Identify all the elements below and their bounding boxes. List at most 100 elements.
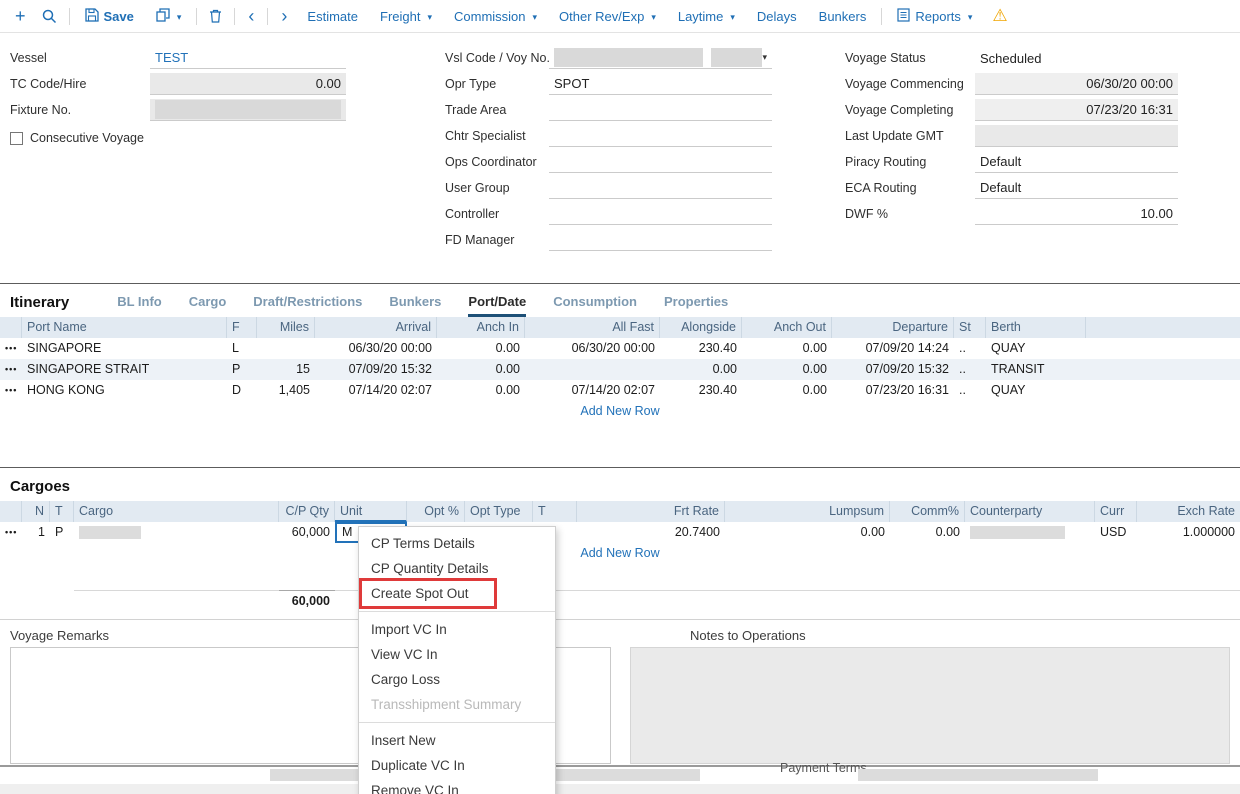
trade-area-field[interactable] bbox=[549, 99, 772, 121]
voyage-status-field[interactable]: Scheduled bbox=[975, 47, 1178, 69]
opr-type-field[interactable]: SPOT bbox=[549, 73, 772, 95]
menu-item-import-vc-in[interactable]: Import VC In bbox=[359, 617, 555, 642]
cell-st[interactable]: .. bbox=[954, 338, 986, 359]
cell-st[interactable]: .. bbox=[954, 359, 986, 380]
cell-arrival[interactable]: 06/30/20 00:00 bbox=[315, 338, 437, 359]
commission-menu-button[interactable]: Commission▾ bbox=[444, 5, 547, 28]
eca-routing-field[interactable]: Default bbox=[975, 177, 1178, 199]
controller-field[interactable] bbox=[549, 203, 772, 225]
cell-st[interactable]: .. bbox=[954, 380, 986, 401]
cell-exch-rate[interactable]: 1.000000 bbox=[1137, 522, 1240, 543]
reports-menu-button[interactable]: Reports ▾ bbox=[887, 4, 982, 29]
row-menu-icon[interactable]: ••• bbox=[0, 359, 22, 380]
search-icon[interactable] bbox=[35, 6, 64, 27]
cell-anch-out[interactable]: 0.00 bbox=[742, 359, 832, 380]
other-rev-exp-menu-button[interactable]: Other Rev/Exp▾ bbox=[549, 5, 666, 28]
cell-lumpsum[interactable]: 0.00 bbox=[725, 522, 890, 543]
row-menu-icon[interactable]: ••• bbox=[0, 522, 22, 543]
cell-miles[interactable]: 15 bbox=[257, 359, 315, 380]
cell-all-fast[interactable]: 06/30/20 00:00 bbox=[525, 338, 660, 359]
cell-cargo[interactable] bbox=[74, 522, 279, 543]
consecutive-voyage-checkbox[interactable] bbox=[10, 132, 23, 145]
cell-departure[interactable]: 07/09/20 15:32 bbox=[832, 359, 954, 380]
horizontal-scrollbar[interactable] bbox=[0, 784, 1240, 794]
user-group-field[interactable] bbox=[549, 177, 772, 199]
bunkers-button[interactable]: Bunkers bbox=[809, 5, 877, 28]
cell-departure[interactable]: 07/23/20 16:31 bbox=[832, 380, 954, 401]
cell-arrival[interactable]: 07/09/20 15:32 bbox=[315, 359, 437, 380]
menu-item-cargo-loss[interactable]: Cargo Loss bbox=[359, 667, 555, 692]
cargoes-add-new-row-link[interactable]: Add New Row bbox=[0, 543, 1240, 564]
cell-anch-in[interactable]: 0.00 bbox=[437, 338, 525, 359]
cell-anch-in[interactable]: 0.00 bbox=[437, 359, 525, 380]
fd-manager-field[interactable] bbox=[549, 229, 772, 251]
ops-coordinator-field[interactable] bbox=[549, 151, 772, 173]
cell-port-name[interactable]: SINGAPORE STRAIT bbox=[22, 359, 227, 380]
cell-berth[interactable]: TRANSIT bbox=[986, 359, 1086, 380]
tab-properties[interactable]: Properties bbox=[664, 294, 728, 317]
tc-code-hire-field[interactable]: 0.00 bbox=[150, 73, 346, 95]
delays-button[interactable]: Delays bbox=[747, 5, 807, 28]
delete-button[interactable] bbox=[202, 6, 229, 26]
menu-item-remove-vc-in[interactable]: Remove VC In bbox=[359, 778, 555, 794]
cell-t[interactable]: P bbox=[50, 522, 74, 543]
cell-comm-pct[interactable]: 0.00 bbox=[890, 522, 965, 543]
piracy-routing-field[interactable]: Default bbox=[975, 151, 1178, 173]
cell-port-name[interactable]: HONG KONG bbox=[22, 380, 227, 401]
cell-frt-rate[interactable]: 20.7400 bbox=[577, 522, 725, 543]
dwf-pct-field[interactable]: 10.00 bbox=[975, 203, 1178, 225]
menu-item-create-spot-out[interactable]: Create Spot Out bbox=[359, 581, 555, 606]
tab-cargo[interactable]: Cargo bbox=[189, 294, 227, 317]
next-button[interactable]: › bbox=[273, 9, 295, 23]
cell-miles[interactable]: 1,405 bbox=[257, 380, 315, 401]
itinerary-add-new-row-link[interactable]: Add New Row bbox=[0, 401, 1240, 422]
menu-item-cp-terms-details[interactable]: CP Terms Details bbox=[359, 531, 555, 556]
cell-berth[interactable]: QUAY bbox=[986, 338, 1086, 359]
add-icon[interactable]: + bbox=[8, 6, 33, 26]
cell-arrival[interactable]: 07/14/20 02:07 bbox=[315, 380, 437, 401]
laytime-menu-button[interactable]: Laytime▾ bbox=[668, 5, 745, 28]
notes-to-operations-textarea[interactable] bbox=[630, 647, 1230, 764]
cell-cp-qty[interactable]: 60,000 bbox=[279, 522, 335, 543]
freight-menu-button[interactable]: Freight▾ bbox=[370, 5, 442, 28]
chtr-specialist-field[interactable] bbox=[549, 125, 772, 147]
fixture-no-field[interactable] bbox=[150, 99, 346, 121]
menu-item-cp-quantity-details[interactable]: CP Quantity Details bbox=[359, 556, 555, 581]
voyage-completing-field[interactable]: 07/23/20 16:31 bbox=[975, 99, 1178, 121]
cell-f[interactable]: P bbox=[227, 359, 257, 380]
vessel-field[interactable]: TEST bbox=[150, 47, 346, 69]
cell-curr[interactable]: USD bbox=[1095, 522, 1137, 543]
cell-alongside[interactable]: 230.40 bbox=[660, 338, 742, 359]
warning-icon[interactable]: ⚠ bbox=[992, 6, 1007, 26]
cell-miles[interactable] bbox=[257, 338, 315, 359]
cell-f[interactable]: D bbox=[227, 380, 257, 401]
row-menu-icon[interactable]: ••• bbox=[0, 380, 22, 401]
cell-anch-out[interactable]: 0.00 bbox=[742, 380, 832, 401]
cell-anch-in[interactable]: 0.00 bbox=[437, 380, 525, 401]
cell-alongside[interactable]: 0.00 bbox=[660, 359, 742, 380]
estimate-button[interactable]: Estimate bbox=[297, 5, 368, 28]
cell-departure[interactable]: 07/09/20 14:24 bbox=[832, 338, 954, 359]
cell-anch-out[interactable]: 0.00 bbox=[742, 338, 832, 359]
cell-counterparty[interactable] bbox=[965, 522, 1095, 543]
tab-port-date[interactable]: Port/Date bbox=[468, 294, 526, 317]
row-menu-icon[interactable]: ••• bbox=[0, 338, 22, 359]
tab-draft-restrictions[interactable]: Draft/Restrictions bbox=[253, 294, 362, 317]
cell-alongside[interactable]: 230.40 bbox=[660, 380, 742, 401]
caret-down-icon[interactable]: ▾ bbox=[762, 47, 767, 68]
cell-all-fast[interactable] bbox=[525, 359, 660, 380]
tab-bunkers[interactable]: Bunkers bbox=[389, 294, 441, 317]
previous-button[interactable]: ‹ bbox=[240, 9, 262, 23]
voyage-commencing-field[interactable]: 06/30/20 00:00 bbox=[975, 73, 1178, 95]
vsl-code-voy-no-field[interactable]: ▾ bbox=[549, 47, 772, 69]
cell-berth[interactable]: QUAY bbox=[986, 380, 1086, 401]
menu-item-insert-new[interactable]: Insert New bbox=[359, 728, 555, 753]
tab-bl-info[interactable]: BL Info bbox=[117, 294, 162, 317]
tab-consumption[interactable]: Consumption bbox=[553, 294, 637, 317]
menu-item-duplicate-vc-in[interactable]: Duplicate VC In bbox=[359, 753, 555, 778]
menu-item-view-vc-in[interactable]: View VC In bbox=[359, 642, 555, 667]
save-button[interactable]: Save bbox=[75, 4, 144, 29]
copy-button[interactable]: ▾ bbox=[146, 4, 192, 29]
cell-n[interactable]: 1 bbox=[22, 522, 50, 543]
cell-f[interactable]: L bbox=[227, 338, 257, 359]
